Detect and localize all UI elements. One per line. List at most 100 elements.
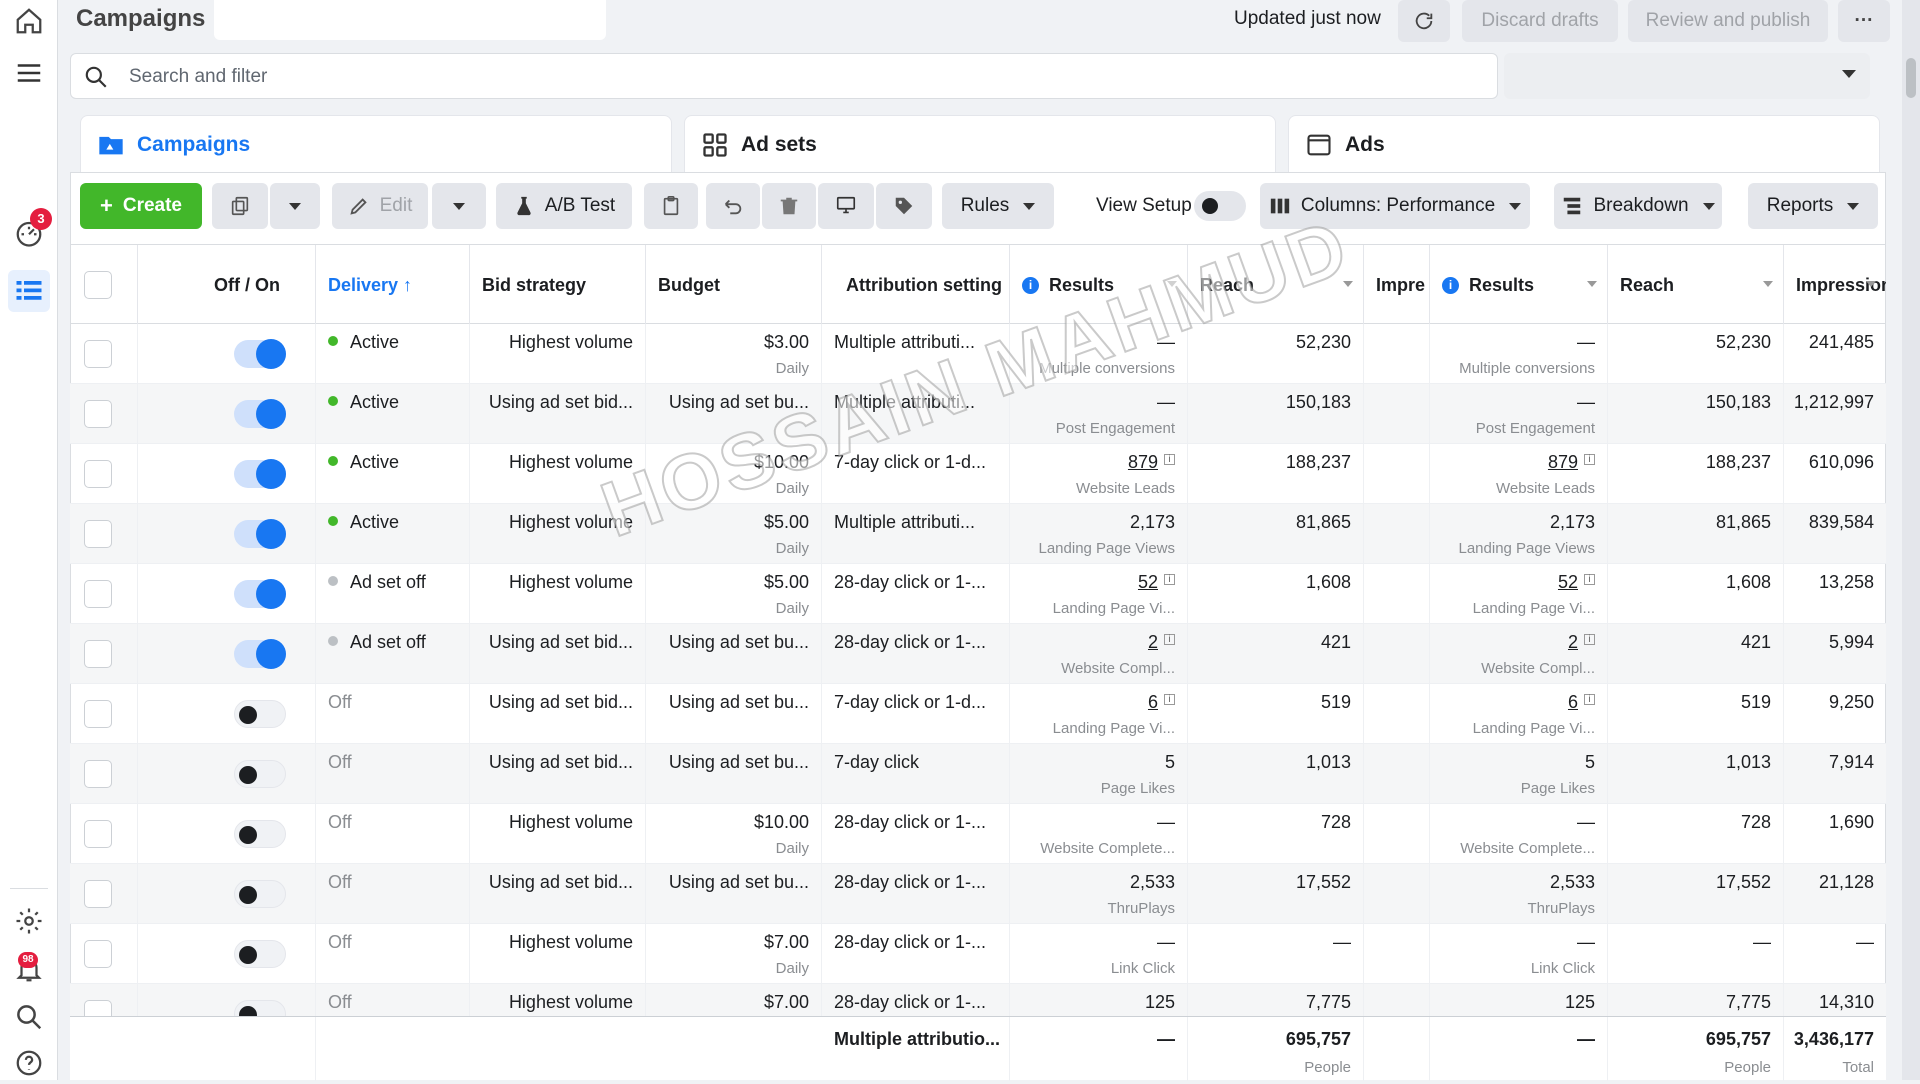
campaign-toggle[interactable] [234, 339, 286, 369]
table-row[interactable]: Ad set off Using ad set bid... Using ad se… [70, 624, 1886, 684]
table-row[interactable]: Off Highest volume $7.00 Daily 28-day click … [70, 924, 1886, 984]
edit-dropdown[interactable] [432, 183, 486, 229]
table-row[interactable]: Off Using ad set bid... Using ad set bu...… [70, 744, 1886, 804]
table-row[interactable]: Active Highest volume $3.00 Daily Multiple a… [70, 324, 1886, 384]
search-bar[interactable]: Search and filter [70, 53, 1498, 99]
row-checkbox[interactable] [84, 820, 112, 848]
budget-value[interactable]: $10.00 [754, 812, 809, 833]
budget-value[interactable]: Using ad set bu... [669, 692, 809, 713]
budget-value[interactable]: $3.00 [764, 332, 809, 353]
search-icon[interactable] [8, 996, 50, 1038]
budget-value[interactable]: Using ad set bu... [669, 752, 809, 773]
ab-test-button[interactable]: A/B Test [496, 183, 632, 229]
scrollbar[interactable] [1902, 0, 1920, 1080]
campaign-toggle[interactable] [234, 459, 286, 489]
row-checkbox[interactable] [84, 760, 112, 788]
view-setup-toggle[interactable] [1194, 191, 1246, 221]
budget-value[interactable]: $5.00 [764, 512, 809, 533]
col-impressions-short[interactable]: Impre [1364, 245, 1430, 325]
breakdown-dropdown[interactable]: Breakdown [1554, 183, 1722, 229]
rules-dropdown[interactable]: Rules [942, 183, 1054, 229]
table-row[interactable]: Off Highest volume $10.00 Daily 28-day click… [70, 804, 1886, 864]
create-button[interactable]: + Create [80, 183, 202, 229]
col-impressions[interactable]: Impressions [1784, 245, 1886, 325]
budget-value[interactable]: $7.00 [764, 932, 809, 953]
results-value[interactable]: 6i [1148, 692, 1175, 713]
col-results[interactable]: i Results [1010, 245, 1188, 325]
col-results-2[interactable]: i Results [1430, 245, 1608, 325]
campaign-toggle[interactable] [234, 399, 286, 429]
budget-value[interactable]: $10.00 [754, 452, 809, 473]
campaign-toggle[interactable] [234, 760, 286, 788]
select-all-checkbox[interactable] [84, 271, 112, 299]
discard-drafts-button[interactable]: Discard drafts [1462, 0, 1618, 42]
col-delivery[interactable]: Delivery ↑ [316, 245, 470, 325]
row-checkbox[interactable] [84, 520, 112, 548]
campaign-toggle[interactable] [234, 519, 286, 549]
table-row[interactable]: Active Highest volume $10.00 Daily 7-day cli… [70, 444, 1886, 504]
results-value[interactable]: 879 i [1548, 452, 1595, 473]
table-row[interactable]: Ad set off Highest volume $5.00 Daily 28-day… [70, 564, 1886, 624]
col-bid-strategy[interactable]: Bid strategy [470, 245, 646, 325]
tab-ad-sets[interactable]: Ad sets [684, 115, 1276, 173]
edit-button[interactable]: Edit [332, 183, 428, 229]
refresh-button[interactable] [1398, 0, 1450, 42]
bid-strategy-cell: Using ad set bid... [470, 624, 646, 684]
budget-value[interactable]: $7.00 [764, 992, 809, 1013]
budget-value[interactable]: Using ad set bu... [669, 872, 809, 893]
delete-button[interactable] [762, 183, 816, 229]
campaign-toggle[interactable] [234, 579, 286, 609]
table-row[interactable]: Active Using ad set bid... Using ad set bu… [70, 384, 1886, 444]
date-range-dropdown[interactable] [1504, 53, 1870, 99]
results-value[interactable]: 6i [1568, 692, 1595, 713]
results-value[interactable]: 52 i [1558, 572, 1595, 593]
menu-icon[interactable] [8, 52, 50, 94]
duplicate-dropdown[interactable] [270, 183, 320, 229]
columns-dropdown[interactable]: Columns: Performance [1260, 183, 1530, 229]
reports-dropdown[interactable]: Reports [1748, 183, 1878, 229]
row-checkbox[interactable] [84, 400, 112, 428]
campaign-toggle[interactable] [234, 639, 286, 669]
budget-value[interactable]: Using ad set bu... [669, 392, 809, 413]
row-checkbox[interactable] [84, 940, 112, 968]
table-row[interactable]: Off Using ad set bid... Using ad set bu...… [70, 684, 1886, 744]
undo-button[interactable] [706, 183, 760, 229]
col-budget[interactable]: Budget [646, 245, 822, 325]
more-options-button[interactable]: ··· [1838, 0, 1890, 42]
budget-value[interactable]: Using ad set bu... [669, 632, 809, 653]
row-checkbox[interactable] [84, 460, 112, 488]
home-icon[interactable] [8, 0, 50, 42]
duplicate-button[interactable] [212, 183, 268, 229]
row-checkbox[interactable] [84, 880, 112, 908]
campaign-toggle[interactable] [234, 700, 286, 728]
clipboard-button[interactable] [644, 183, 698, 229]
tab-campaigns[interactable]: Campaigns [80, 115, 672, 173]
scrollbar-thumb[interactable] [1906, 58, 1916, 98]
table-row[interactable]: Off Using ad set bid... Using ad set bu...… [70, 864, 1886, 924]
help-icon[interactable] [8, 1042, 50, 1084]
row-checkbox[interactable] [84, 580, 112, 608]
budget-value[interactable]: $5.00 [764, 572, 809, 593]
row-checkbox[interactable] [84, 340, 112, 368]
results-value[interactable]: 2i [1568, 632, 1595, 653]
row-checkbox[interactable] [84, 700, 112, 728]
col-reach-2[interactable]: Reach [1608, 245, 1784, 325]
plus-icon: + [99, 193, 113, 218]
review-publish-button[interactable]: Review and publish [1628, 0, 1828, 42]
gear-icon[interactable] [8, 900, 50, 942]
results-value[interactable]: 879 i [1128, 452, 1175, 473]
preview-button[interactable] [818, 183, 874, 229]
row-checkbox[interactable] [84, 640, 112, 668]
tag-button[interactable] [876, 183, 932, 229]
table-row[interactable]: Active Highest volume $5.00 Daily Multiple a… [70, 504, 1886, 564]
tab-ads[interactable]: Ads [1288, 115, 1880, 173]
campaign-toggle[interactable] [234, 880, 286, 908]
results-value[interactable]: 52 i [1138, 572, 1175, 593]
col-attribution[interactable]: Attribution setting [822, 245, 1010, 325]
campaign-toggle[interactable] [234, 820, 286, 848]
results-value[interactable]: 2i [1148, 632, 1175, 653]
campaign-toggle[interactable] [234, 940, 286, 968]
col-off-on[interactable]: Off / On [138, 245, 316, 325]
table-view-icon[interactable] [8, 270, 50, 312]
col-reach[interactable]: Reach [1188, 245, 1364, 325]
